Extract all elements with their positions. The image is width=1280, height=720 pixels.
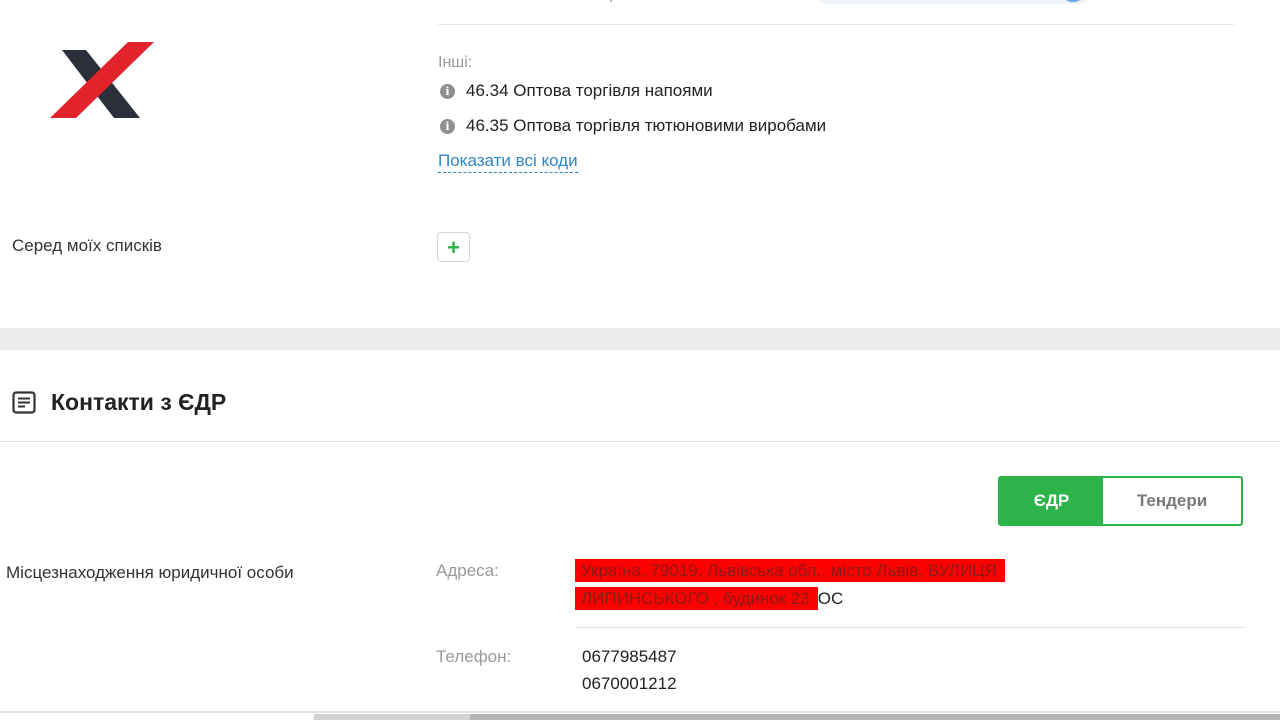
address-line-1: Україна, 79019, Львівська обл., місто Ль… [575, 559, 1005, 582]
address-value: Україна, 79019, Львівська обл., місто Ль… [575, 557, 1075, 613]
divider [438, 24, 1234, 25]
top-search-field[interactable] [818, 0, 1088, 4]
address-label: Адреса: [436, 561, 499, 580]
divider [0, 711, 1280, 713]
info-icon[interactable]: i [440, 118, 455, 134]
divider [0, 441, 1280, 442]
section-title: Контакти з ЄДР [51, 389, 227, 415]
tab-tenders[interactable]: Тендери [1103, 478, 1241, 524]
address-line-2: ЛИПИНСЬКОГО , будинок 23 [575, 587, 818, 610]
show-all-codes-link[interactable]: Показати всі коди [438, 151, 578, 173]
source-toggle: ЄДР Тендери [998, 476, 1243, 526]
document-icon [12, 391, 36, 414]
info-icon[interactable]: i [440, 83, 455, 99]
my-lists-label: Серед моїх списків [12, 236, 162, 255]
address-tail: ОС [817, 589, 844, 608]
add-to-list-button[interactable]: + [437, 232, 470, 262]
tab-edr[interactable]: ЄДР [1000, 478, 1103, 524]
legal-location-label: Місцезнаходження юридичної особи [6, 563, 294, 582]
truncated-glyph [600, 0, 612, 2]
activity-code-item: i 46.34 Оптова торгівля напоями [440, 81, 713, 101]
x-logo-icon [50, 42, 154, 118]
activity-code-label: 46.35 Оптова торгівля тютюновими виробам… [466, 116, 827, 135]
phone-number: 0677985487 [582, 647, 677, 666]
others-label: Інші: [438, 54, 473, 71]
activity-code-label: 46.34 Оптова торгівля напоями [466, 81, 713, 100]
scrollbar-thumb[interactable] [470, 714, 1280, 720]
activity-code-item: i 46.35 Оптова торгівля тютюновими вироб… [440, 116, 826, 136]
phone-label: Телефон: [436, 647, 512, 666]
section-separator [0, 328, 1280, 350]
phone-number: 0670001212 [582, 674, 677, 693]
divider [575, 627, 1245, 628]
